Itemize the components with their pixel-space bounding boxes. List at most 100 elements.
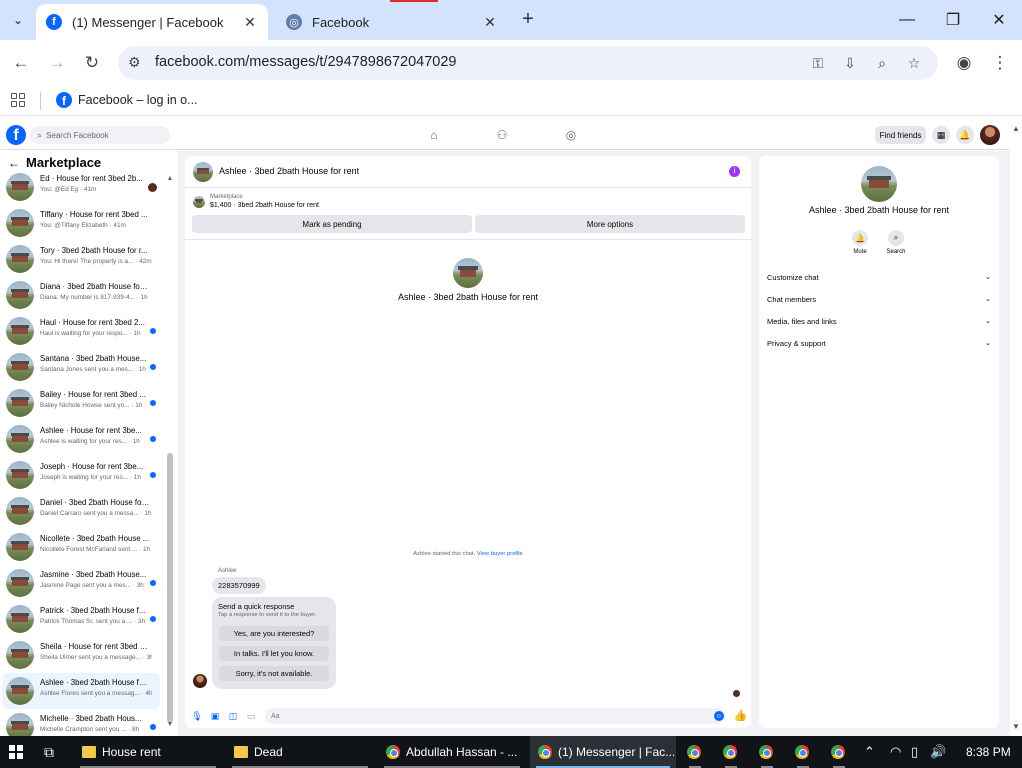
zoom-icon[interactable]: ⌕ [872,53,892,73]
conversation-preview: Ashlee Flores sent you a messag... · 4h [40,690,152,697]
thumbs-up-icon[interactable]: 👍 [734,709,748,722]
scroll-down-icon[interactable]: ▼ [1012,722,1020,731]
page-scrollbar[interactable]: ▲ ▼ [1010,120,1022,736]
wifi-icon[interactable]: ◠ [890,744,901,760]
address-bar[interactable]: ⚙ facebook.com/messages/t/29478986720470… [118,46,938,80]
conversation-item[interactable]: Tiffany · House for rent 3bed ... You: @T… [2,205,160,241]
sticker-icon[interactable]: ◫ [227,710,239,722]
conversation-avatar [6,353,34,381]
taskbar-clock[interactable]: 8:38 PM [966,745,1011,759]
conversation-item[interactable]: Jasmine · 3bed 2bath House... Jasmine Pag… [2,565,160,601]
facebook-search-input[interactable]: ⌕ Search Facebook [30,126,170,144]
tab-facebook[interactable]: ◎ Facebook ✕ [276,4,508,40]
quick-reply-in-talks-button[interactable]: In talks. I'll let you know. [219,646,329,661]
menu-grid-icon[interactable]: ▦ [932,126,950,144]
emoji-icon[interactable]: ☺ [714,711,724,721]
tab-close-icon[interactable]: ✕ [242,14,258,30]
listing-description[interactable]: $1,400 · 3bed 2bath House for rent [210,202,319,209]
conversation-item[interactable]: Haul · House for rent 3bed 2... Haul is w… [2,313,160,349]
url-text[interactable]: facebook.com/messages/t/2947898672047029 [155,54,457,70]
taskbar-chrome-1[interactable] [683,736,707,768]
facebook-logo-icon[interactable]: f [6,125,26,145]
photo-icon[interactable]: ▣ [209,710,221,722]
tray-chevron-up-icon[interactable]: ⌃ [864,744,875,760]
scroll-up-icon[interactable]: ▲ [1012,124,1020,133]
notifications-bell-icon[interactable]: 🔔 [956,126,974,144]
quick-reply-yes-button[interactable]: Yes, are you interested? [219,626,329,641]
chrome-icon [687,745,701,759]
conversation-item[interactable]: Ashlee · 3bed 2bath House for... Ashlee F… [2,673,160,709]
close-window-button[interactable]: ✕ [976,6,1022,34]
marketplace-header[interactable]: ← Marketplace [8,155,101,170]
customize-chat-row[interactable]: Customize chat ⌄ [767,270,991,284]
taskbar-chrome-abdullah[interactable]: Abdullah Hassan - ... [378,736,526,768]
taskbar-dead[interactable]: Dead [226,736,374,768]
taskbar-house-rent[interactable]: House rent [74,736,222,768]
install-app-icon[interactable]: ⇩ [840,53,860,73]
minimize-button[interactable]: — [884,6,930,34]
sidebar-scrollbar[interactable]: ▲ ▼ [166,173,174,731]
conversation-item[interactable]: Tory · 3bed 2bath House for r... You: Hi … [2,241,160,277]
bookmark-facebook[interactable]: f Facebook – log in o... [56,92,198,108]
groups-icon[interactable]: ◎ [563,127,579,143]
friends-icon[interactable]: ⚇ [494,127,510,143]
scroll-down-icon[interactable]: ▼ [166,721,174,728]
more-options-button[interactable]: More options [475,215,745,233]
password-key-icon[interactable]: ⚿ [808,53,828,73]
taskbar-chrome-4[interactable] [791,736,815,768]
conversation-item[interactable]: Bailey · House for rent 3bed ... Bailey N… [2,385,160,421]
task-view-icon[interactable]: ⧉ [44,736,54,768]
scrollbar-thumb[interactable] [167,453,173,723]
conversation-item[interactable]: Diana · 3bed 2bath House for ... Diana: M… [2,277,160,313]
conversation-item[interactable]: Santana · 3bed 2bath House... Santana Jon… [2,349,160,385]
start-button[interactable] [9,736,25,768]
gif-icon[interactable]: ▭ [245,710,257,722]
taskbar-chrome-5[interactable] [827,736,851,768]
taskbar-chrome-3[interactable] [755,736,779,768]
quick-reply-not-available-button[interactable]: Sorry, it's not available. [219,666,329,681]
taskbar-chrome-messenger[interactable]: (1) Messenger | Fac... [530,736,676,768]
conversation-item[interactable]: Joseph · House for rent 3be... Joseph is … [2,457,160,493]
search-conversation-button[interactable]: ⌕ Search [881,230,911,255]
back-arrow-icon[interactable]: ← [8,156,20,170]
conversation-item[interactable]: Sheila · House for rent 3bed 2... Sheila … [2,637,160,673]
chat-title[interactable]: Ashlee · 3bed 2bath House for rent [219,166,359,176]
site-settings-icon[interactable]: ⚙ [128,54,141,71]
unread-dot-icon [150,400,156,406]
new-tab-button[interactable]: + [516,9,540,31]
back-icon[interactable]: ← [8,50,34,76]
chat-members-row[interactable]: Chat members ⌄ [767,292,991,306]
listing-avatar[interactable] [193,162,213,182]
apps-grid-icon[interactable] [11,93,25,107]
tab-close-icon[interactable]: ✕ [482,14,498,30]
listing-thumbnail[interactable] [193,196,205,208]
scroll-up-icon[interactable]: ▲ [166,175,174,182]
info-icon[interactable]: i [729,166,740,177]
microphone-icon[interactable]: 🎙 [191,710,203,722]
menu-icon[interactable]: ⋮ [987,50,1013,76]
forward-icon[interactable]: → [44,50,70,76]
message-input[interactable] [265,708,725,724]
media-files-row[interactable]: Media, files and links ⌄ [767,314,991,328]
view-buyer-profile-link[interactable]: View buyer profile [477,551,523,557]
restore-button[interactable]: ❐ [930,6,976,34]
taskbar-chrome-2[interactable] [719,736,743,768]
volume-icon[interactable]: 🔊 [930,744,946,760]
profile-icon[interactable]: ◉ [951,50,977,76]
home-icon[interactable]: ⌂ [426,127,442,143]
battery-icon[interactable]: ▯ [911,744,918,760]
account-avatar[interactable] [980,125,1000,145]
mark-as-pending-button[interactable]: Mark as pending [192,215,472,233]
mute-button[interactable]: 🔔 Mute [845,230,875,255]
reload-icon[interactable]: ↻ [79,50,105,76]
privacy-support-row[interactable]: Privacy & support ⌄ [767,336,991,350]
conversation-item[interactable]: Nicollete · 3bed 2bath House ... Nicollet… [2,529,160,565]
tab-search-button[interactable]: ⌄ [6,8,30,32]
conversation-item[interactable]: Ashlee · House for rent 3be... Ashlee is … [2,421,160,457]
conversation-item[interactable]: Ed · House for rent 3bed 2b... You: @Ed E… [2,169,160,205]
conversation-item[interactable]: Daniel · 3bed 2bath House for... Daniel C… [2,493,160,529]
conversation-item[interactable]: Patrick · 3bed 2bath House f... Patrick T… [2,601,160,637]
find-friends-button[interactable]: Find friends [875,126,926,144]
tab-messenger[interactable]: f (1) Messenger | Facebook ✕ [36,4,268,40]
bookmark-star-icon[interactable]: ☆ [904,53,924,73]
